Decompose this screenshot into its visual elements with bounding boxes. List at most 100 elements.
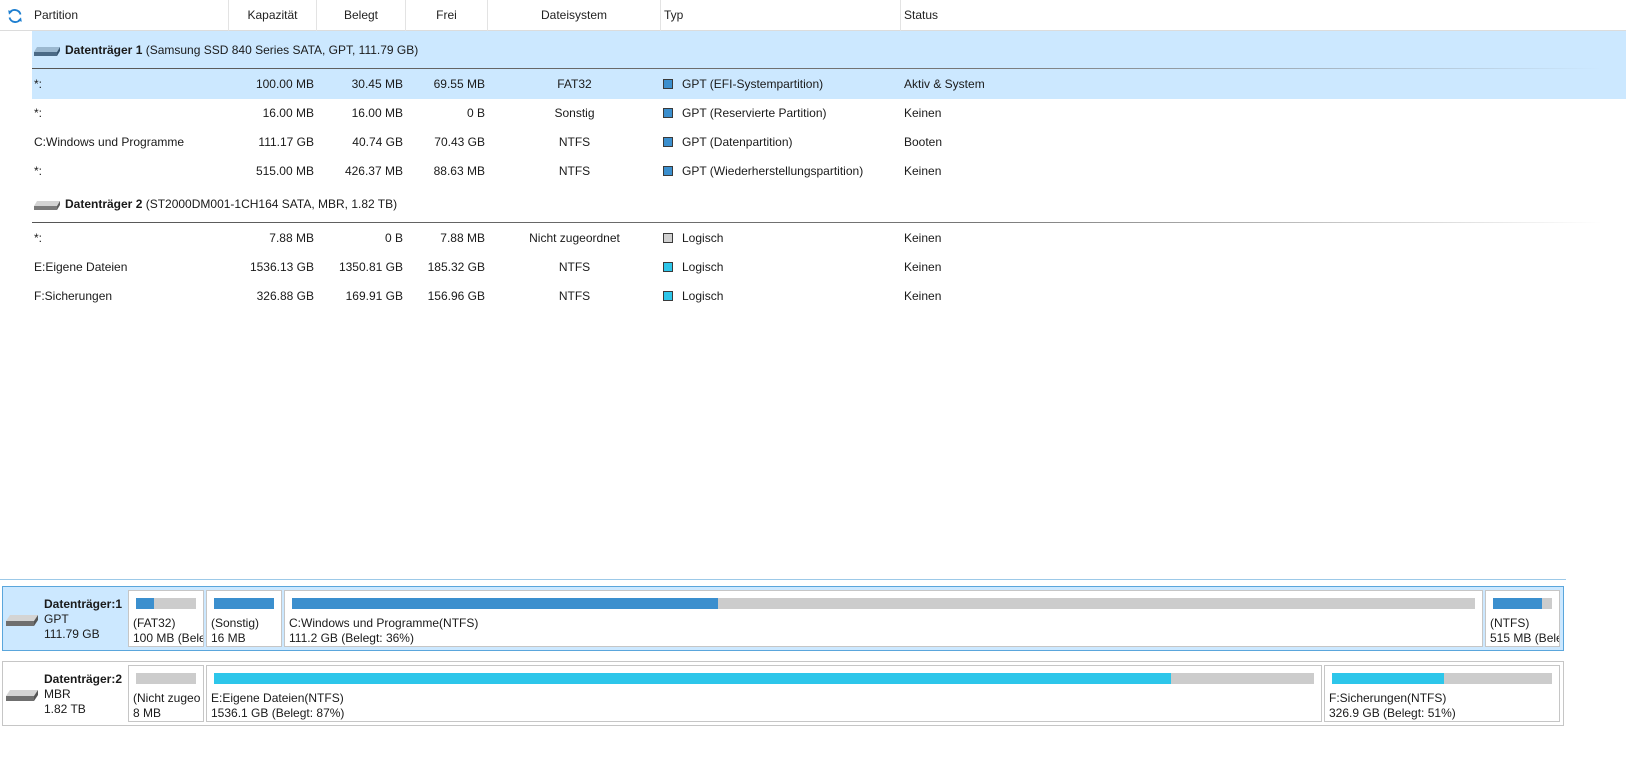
- partition-free: 185.32 GB: [427, 260, 485, 274]
- disk-row-2[interactable]: Datenträger 2 (ST2000DM001-1CH164 SATA, …: [32, 185, 1626, 223]
- hard-disk-icon: [6, 690, 38, 705]
- usage-fill: [214, 598, 274, 609]
- disk-map-name: Datenträger:2: [44, 672, 123, 686]
- partition-filesystem: Sonstig: [554, 106, 595, 120]
- type-color-swatch: [663, 166, 673, 176]
- partition-block[interactable]: E:Eigene Dateien(NTFS) 1536.1 GB (Belegt…: [206, 665, 1322, 722]
- partition-type: GPT (Reservierte Partition): [663, 98, 827, 128]
- disk-map-info[interactable]: Datenträger:1 GPT 111.79 GB: [3, 587, 127, 650]
- usage-bar: [292, 598, 1475, 609]
- partition-used: 426.37 MB: [344, 164, 403, 178]
- partition-status: Keinen: [904, 260, 942, 274]
- partition-name: *:: [34, 77, 43, 91]
- partition-block[interactable]: C:Windows und Programme(NTFS) 111.2 GB (…: [284, 590, 1483, 647]
- partition-block[interactable]: (FAT32) 100 MB (Bele: [128, 590, 204, 647]
- disk-row-1[interactable]: Datenträger 1 (Samsung SSD 840 Series SA…: [32, 31, 1626, 69]
- partition-row[interactable]: *: 16.00 MB 16.00 MB 0 B Sonstig GPT (Re…: [32, 98, 1626, 128]
- partition-type: GPT (Datenpartition): [663, 127, 793, 157]
- partition-name: *:: [34, 231, 43, 245]
- hard-disk-icon: [34, 46, 60, 60]
- partition-status: Keinen: [904, 231, 942, 245]
- partition-type: Logisch: [663, 252, 723, 282]
- partition-status: Aktiv & System: [904, 77, 985, 91]
- block-size: 100 MB (Bele: [133, 631, 204, 645]
- block-label: (NTFS): [1490, 616, 1530, 630]
- block-size: 16 MB: [211, 631, 246, 645]
- block-size: 1536.1 GB (Belegt: 87%): [211, 706, 345, 720]
- usage-bar: [214, 598, 274, 609]
- partition-name: E:Eigene Dateien: [34, 260, 128, 274]
- partition-row[interactable]: *: 7.88 MB 0 B 7.88 MB Nicht zugeordnet …: [32, 223, 1626, 253]
- partition-capacity: 100.00 MB: [255, 77, 314, 91]
- partition-row[interactable]: F:Sicherungen 326.88 GB 169.91 GB 156.96…: [32, 281, 1626, 311]
- partition-used: 169.91 GB: [345, 289, 403, 303]
- partition-free: 70.43 GB: [434, 135, 485, 149]
- refresh-icon[interactable]: [6, 7, 24, 25]
- block-label: (Sonstig): [211, 616, 260, 630]
- disk-map-details: GPT 111.79 GB: [44, 612, 100, 641]
- partition-status: Keinen: [904, 164, 942, 178]
- col-status[interactable]: Status: [901, 0, 1566, 31]
- col-filesystem[interactable]: Dateisystem: [488, 0, 661, 31]
- partition-row[interactable]: *: 100.00 MB 30.45 MB 69.55 MB FAT32 GPT…: [32, 69, 1626, 99]
- type-color-swatch: [663, 137, 673, 147]
- col-used[interactable]: Belegt: [317, 0, 406, 31]
- partition-name: F:Sicherungen: [34, 289, 113, 303]
- partition-used: 30.45 MB: [351, 77, 403, 91]
- partition-block[interactable]: (Sonstig) 16 MB: [206, 590, 282, 647]
- partition-free: 7.88 MB: [440, 231, 485, 245]
- partition-row[interactable]: E:Eigene Dateien 1536.13 GB 1350.81 GB 1…: [32, 252, 1626, 282]
- partition-block[interactable]: (Nicht zugeo 8 MB: [128, 665, 204, 722]
- partition-filesystem: NTFS: [558, 260, 591, 274]
- type-color-swatch: [663, 79, 673, 89]
- partition-capacity: 1536.13 GB: [249, 260, 314, 274]
- partition-filesystem: NTFS: [558, 135, 591, 149]
- partition-used: 16.00 MB: [351, 106, 403, 120]
- block-label: (Nicht zugeo: [133, 691, 201, 705]
- col-partition[interactable]: Partition: [31, 0, 229, 31]
- partition-name: *:: [34, 164, 43, 178]
- type-color-swatch: [663, 262, 673, 272]
- partition-block[interactable]: F:Sicherungen(NTFS) 326.9 GB (Belegt: 51…: [1324, 665, 1560, 722]
- col-capacity[interactable]: Kapazität: [229, 0, 317, 31]
- partition-used: 40.74 GB: [352, 135, 403, 149]
- type-color-swatch: [663, 291, 673, 301]
- block-label: F:Sicherungen(NTFS): [1329, 691, 1447, 705]
- partition-row[interactable]: *: 515.00 MB 426.37 MB 88.63 MB NTFS GPT…: [32, 156, 1626, 186]
- block-size: 111.2 GB (Belegt: 36%): [289, 631, 414, 645]
- partition-status: Keinen: [904, 289, 942, 303]
- partition-filesystem: FAT32: [557, 77, 592, 91]
- partition-name: *:: [34, 106, 43, 120]
- pane-divider[interactable]: [0, 579, 1566, 580]
- usage-fill: [292, 598, 718, 609]
- partition-capacity: 111.17 GB: [258, 135, 314, 149]
- partition-status: Booten: [904, 135, 943, 149]
- partition-status: Keinen: [904, 106, 942, 120]
- type-color-swatch: [663, 108, 673, 118]
- usage-bar: [136, 598, 196, 609]
- hard-disk-icon: [34, 200, 60, 214]
- usage-fill: [1332, 673, 1445, 684]
- column-header: Partition Kapazität Belegt Frei Dateisys…: [0, 0, 1626, 31]
- disk-map-details: MBR 1.82 TB: [44, 687, 86, 716]
- partition-block[interactable]: (NTFS) 515 MB (Bele: [1485, 590, 1560, 647]
- disk-map-info[interactable]: Datenträger:2 MBR 1.82 TB: [3, 662, 127, 725]
- partition-capacity: 16.00 MB: [262, 106, 314, 120]
- partition-row[interactable]: C:Windows und Programme 111.17 GB 40.74 …: [32, 127, 1626, 157]
- disk-map-2[interactable]: Datenträger:2 MBR 1.82 TB (Nicht zugeo 8 …: [2, 661, 1564, 726]
- block-size: 515 MB (Bele: [1490, 631, 1560, 645]
- partition-used: 0 B: [384, 231, 403, 245]
- disk-map-1[interactable]: Datenträger:1 GPT 111.79 GB (FAT32) 100 M…: [2, 586, 1564, 651]
- disk-label: Datenträger 1 (Samsung SSD 840 Series SA…: [65, 43, 419, 57]
- partition-free: 0 B: [466, 106, 485, 120]
- disk-label: Datenträger 2 (ST2000DM001-1CH164 SATA, …: [65, 197, 398, 211]
- partition-name: C:Windows und Programme: [34, 135, 185, 149]
- partition-capacity: 7.88 MB: [269, 231, 314, 245]
- block-label: (FAT32): [133, 616, 176, 630]
- usage-fill: [1493, 598, 1542, 609]
- partition-free: 156.96 GB: [427, 289, 485, 303]
- partition-type: Logisch: [663, 281, 723, 311]
- partition-capacity: 326.88 GB: [256, 289, 314, 303]
- col-type[interactable]: Typ: [661, 0, 901, 31]
- col-free[interactable]: Frei: [406, 0, 488, 31]
